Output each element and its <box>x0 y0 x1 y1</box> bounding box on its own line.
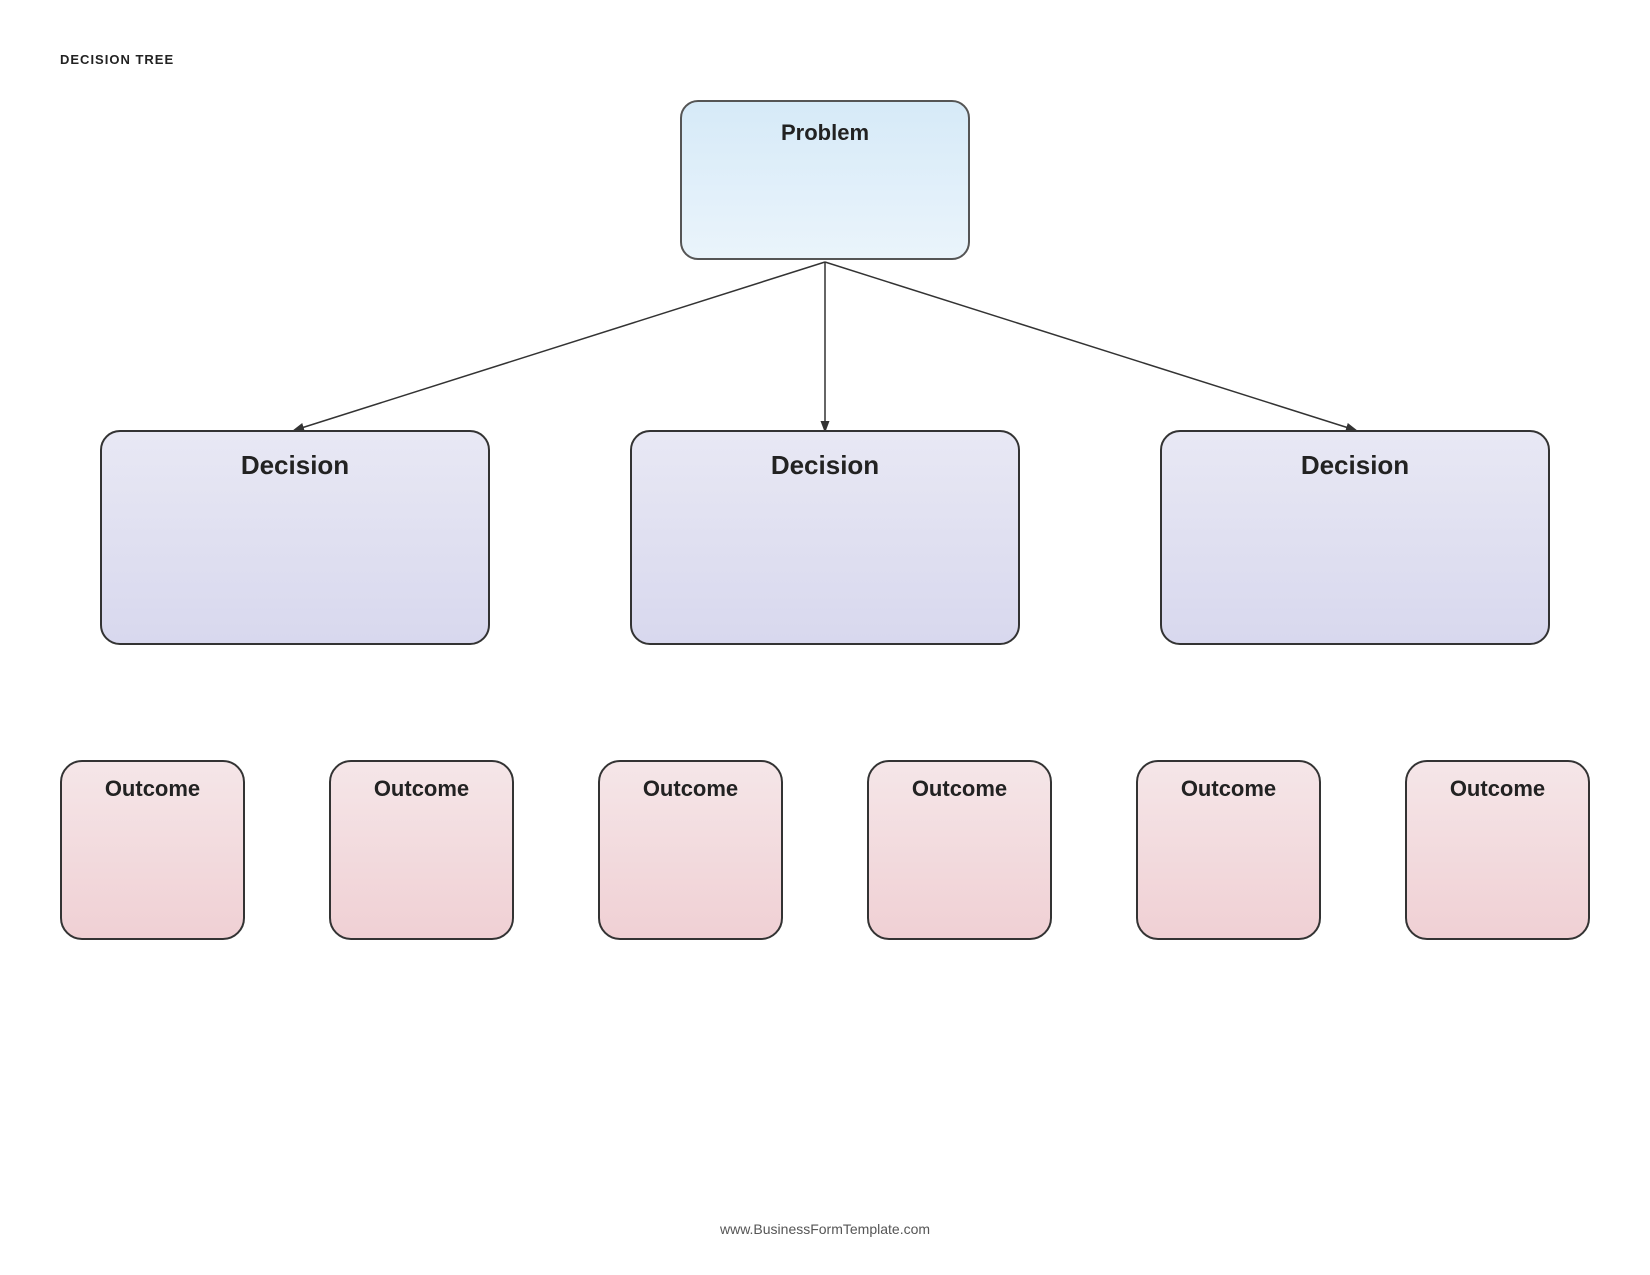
footer-text: www.BusinessFormTemplate.com <box>720 1221 930 1237</box>
outcome-box-5: Outcome <box>1136 760 1321 940</box>
decision-box-left: Decision <box>100 430 490 645</box>
outcome-label-6: Outcome <box>1450 776 1545 802</box>
decision-box-center: Decision <box>630 430 1020 645</box>
page-title: DECISION TREE <box>60 52 174 67</box>
outcome-label-4: Outcome <box>912 776 1007 802</box>
outcome-box-4: Outcome <box>867 760 1052 940</box>
decision-label-right: Decision <box>1301 450 1409 481</box>
outcome-label-2: Outcome <box>374 776 469 802</box>
outcome-box-3: Outcome <box>598 760 783 940</box>
outcome-box-6: Outcome <box>1405 760 1590 940</box>
decision-label-left: Decision <box>241 450 349 481</box>
problem-label: Problem <box>781 120 869 146</box>
outcome-box-2: Outcome <box>329 760 514 940</box>
problem-box: Problem <box>680 100 970 260</box>
outcome-label-5: Outcome <box>1181 776 1276 802</box>
decision-box-right: Decision <box>1160 430 1550 645</box>
outcome-label-3: Outcome <box>643 776 738 802</box>
outcome-box-1: Outcome <box>60 760 245 940</box>
outcome-label-1: Outcome <box>105 776 200 802</box>
decision-label-center: Decision <box>771 450 879 481</box>
